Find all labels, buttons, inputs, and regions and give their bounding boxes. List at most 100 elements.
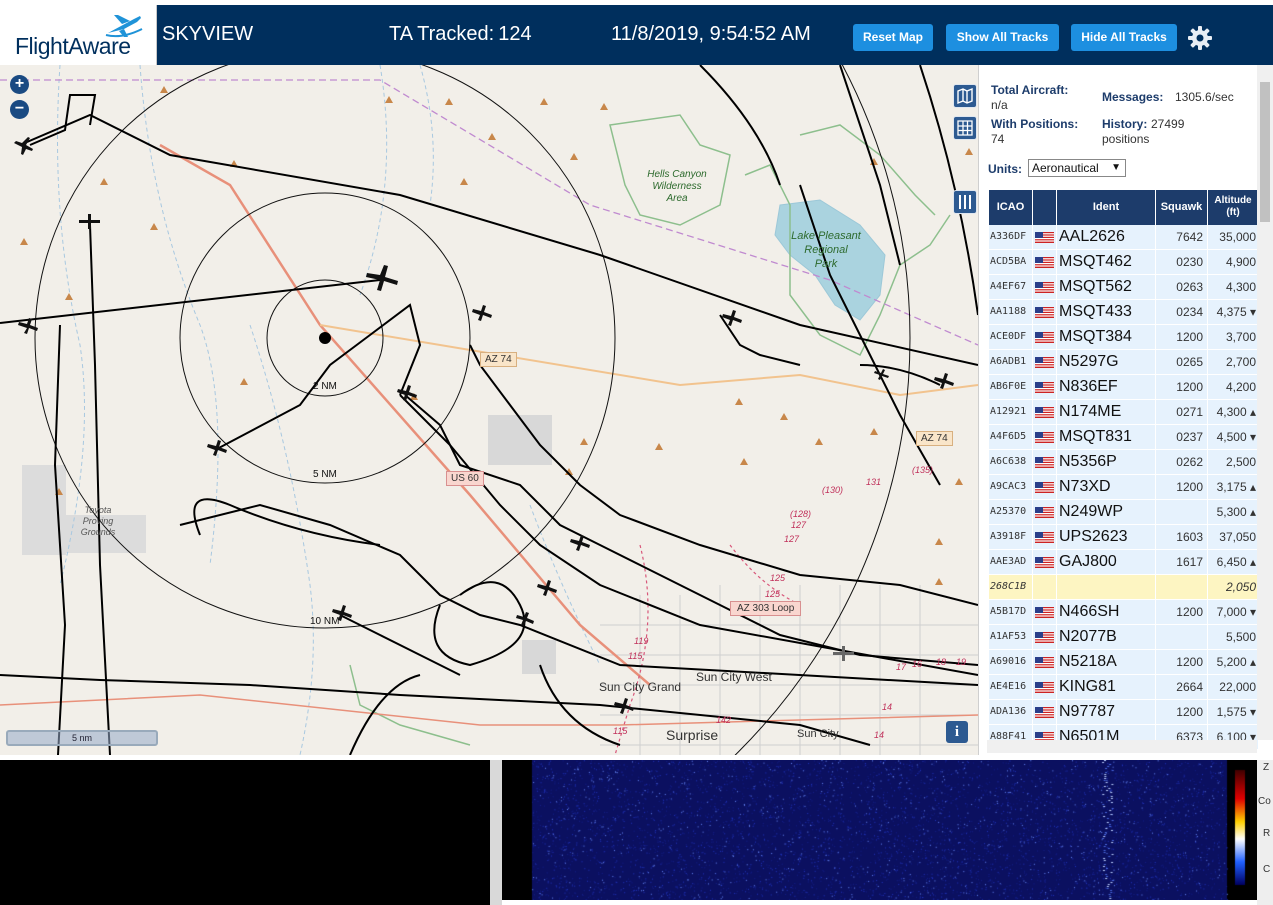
flag-cell <box>1033 325 1056 349</box>
flag-cell <box>1033 700 1056 724</box>
info-button[interactable]: i <box>946 721 968 743</box>
table-row[interactable]: A6C638 N5356P 0262 2,500 <box>989 450 1258 475</box>
az-74-road <box>319 324 978 397</box>
ident-cell: MSQT384 <box>1057 325 1155 349</box>
us-flag-icon <box>1035 307 1054 318</box>
column-header-squawk[interactable]: Squawk <box>1156 190 1207 225</box>
route-number: 119 <box>634 636 649 646</box>
units-select[interactable]: Aeronautical ▼ <box>1028 159 1126 177</box>
place-label-surprise: Surprise <box>666 727 719 743</box>
table-row[interactable]: A3918F UPS2623 1603 37,050 <box>989 525 1258 550</box>
show-all-tracks-button[interactable]: Show All Tracks <box>946 24 1059 51</box>
icao-cell: A4F6D5 <box>989 425 1032 449</box>
column-header-altitude[interactable]: Altitude (ft) <box>1208 190 1258 225</box>
ident-cell: AAL2626 <box>1057 225 1155 249</box>
aircraft-marker[interactable] <box>79 214 100 229</box>
route-number: 18 <box>936 657 947 667</box>
squawk-cell <box>1156 625 1207 649</box>
flag-cell <box>1033 575 1056 599</box>
us-flag-icon <box>1035 682 1054 693</box>
us-flag-icon <box>1035 232 1054 243</box>
zoom-in-button[interactable]: + <box>10 75 29 94</box>
table-row[interactable]: ACD5BA MSQT462 0230 4,900 <box>989 250 1258 275</box>
squawk-cell: 2664 <box>1156 675 1207 699</box>
history-value: 27499 <box>1151 117 1185 131</box>
table-row[interactable]: A1AF53 N2077B 5,500 <box>989 625 1258 650</box>
table-row[interactable]: 268C1B 2,050 <box>989 575 1258 600</box>
aircraft-marker[interactable] <box>614 698 634 714</box>
place-label-line: Area <box>666 193 688 204</box>
tracked-label: TA Tracked: <box>389 23 495 45</box>
place-label-line: Proving <box>82 516 114 526</box>
map-canvas[interactable] <box>0 65 978 755</box>
place-label-sun-city-west: Sun City West <box>696 670 772 684</box>
table-row[interactable]: AE4E16 KING81 2664 22,000 <box>989 675 1258 700</box>
ident-cell: GAJ800 <box>1057 550 1155 574</box>
ident-cell: N2077B <box>1057 625 1155 649</box>
flag-cell <box>1033 350 1056 374</box>
map-layers-button[interactable] <box>953 84 977 108</box>
flightaware-logo[interactable]: FlightAware <box>0 5 157 65</box>
aircraft-marker[interactable] <box>472 305 492 321</box>
table-row[interactable]: ADA136 N97787 1200 1,575 ▾ <box>989 700 1258 725</box>
squawk-cell <box>1156 575 1207 599</box>
aircraft-marker[interactable] <box>366 265 398 291</box>
gear-icon[interactable] <box>1187 25 1213 51</box>
place-label-hells-canyon: Hells Canyon Wilderness Area <box>645 169 709 205</box>
aircraft-side-panel: Total Aircraft: n/a With Positions: 74 M… <box>978 65 1273 755</box>
us-flag-icon <box>1035 407 1054 418</box>
flag-cell <box>1033 300 1056 324</box>
units-selected-value: Aeronautical <box>1032 161 1099 175</box>
map-view[interactable]: 2 NM 5 NM 10 NM AZ 74 AZ 74 US 60 AZ 303… <box>0 65 978 755</box>
place-label-line: Regional <box>804 244 848 256</box>
column-header-icao[interactable]: ICAO <box>989 190 1032 225</box>
blank-panel <box>0 760 490 905</box>
route-number: 17 <box>896 662 907 672</box>
place-label-line: Grounds <box>80 527 116 537</box>
table-row[interactable]: A25370 N249WP 5,300 ▴ <box>989 500 1258 525</box>
table-row[interactable]: A12921 N174ME 0271 4,300 ▴ <box>989 400 1258 425</box>
flag-cell <box>1033 250 1056 274</box>
table-row[interactable]: ACE0DF MSQT384 1200 3,700 <box>989 325 1258 350</box>
waterfall-canvas <box>502 760 1257 900</box>
squawk-cell: 0230 <box>1156 250 1207 274</box>
table-row[interactable]: A4EF67 MSQT562 0263 4,300 <box>989 275 1258 300</box>
table-row[interactable]: A69016 N5218A 1200 5,200 ▴ <box>989 650 1258 675</box>
scrollbar-thumb[interactable] <box>1260 82 1270 222</box>
table-row[interactable]: A6ADB1 N5297G 0265 2,700 <box>989 350 1258 375</box>
column-header-ident[interactable]: Ident <box>1057 190 1155 225</box>
squawk-cell: 7642 <box>1156 225 1207 249</box>
zoom-out-button[interactable]: − <box>10 100 29 119</box>
table-row[interactable]: A4F6D5 MSQT831 0237 4,500 ▾ <box>989 425 1258 450</box>
table-row[interactable]: AB6F0E N836EF 1200 4,200 <box>989 375 1258 400</box>
place-label-line: Park <box>814 258 838 270</box>
route-number: (135) <box>912 465 934 475</box>
table-horizontal-scrollbar[interactable] <box>987 740 1257 753</box>
table-row[interactable]: A5B17D N466SH 1200 7,000 ▾ <box>989 600 1258 625</box>
column-toggle-button[interactable] <box>953 190 977 214</box>
gray-area-2 <box>522 640 556 674</box>
altitude-cell: 5,500 <box>1208 625 1258 649</box>
table-row[interactable]: AA1188 MSQT433 0234 4,375 ▾ <box>989 300 1258 325</box>
spectrum-waterfall <box>502 760 1257 900</box>
grid-toggle-button[interactable] <box>953 116 977 140</box>
table-vertical-scrollbar[interactable] <box>1257 65 1273 740</box>
icao-cell: AA1188 <box>989 300 1032 324</box>
icao-cell: A12921 <box>989 400 1032 424</box>
squawk-cell: 0271 <box>1156 400 1207 424</box>
us-flag-icon <box>1035 282 1054 293</box>
flight-tracks <box>0 65 978 755</box>
ident-cell: N73XD <box>1057 475 1155 499</box>
column-header-flag[interactable] <box>1033 190 1056 225</box>
table-row[interactable]: AAE3AD GAJ800 1617 6,450 ▴ <box>989 550 1258 575</box>
table-row[interactable]: A336DF AAL2626 7642 35,000 <box>989 225 1258 250</box>
icao-cell: A4EF67 <box>989 275 1032 299</box>
icao-cell: ACE0DF <box>989 325 1032 349</box>
reset-map-button[interactable]: Reset Map <box>853 24 933 51</box>
table-row[interactable]: A9CAC3 N73XD 1200 3,175 ▴ <box>989 475 1258 500</box>
squawk-cell: 0237 <box>1156 425 1207 449</box>
hide-all-tracks-button[interactable]: Hide All Tracks <box>1071 24 1177 51</box>
icao-cell: ADA136 <box>989 700 1032 724</box>
flag-cell <box>1033 450 1056 474</box>
aircraft-marker[interactable] <box>934 373 954 389</box>
